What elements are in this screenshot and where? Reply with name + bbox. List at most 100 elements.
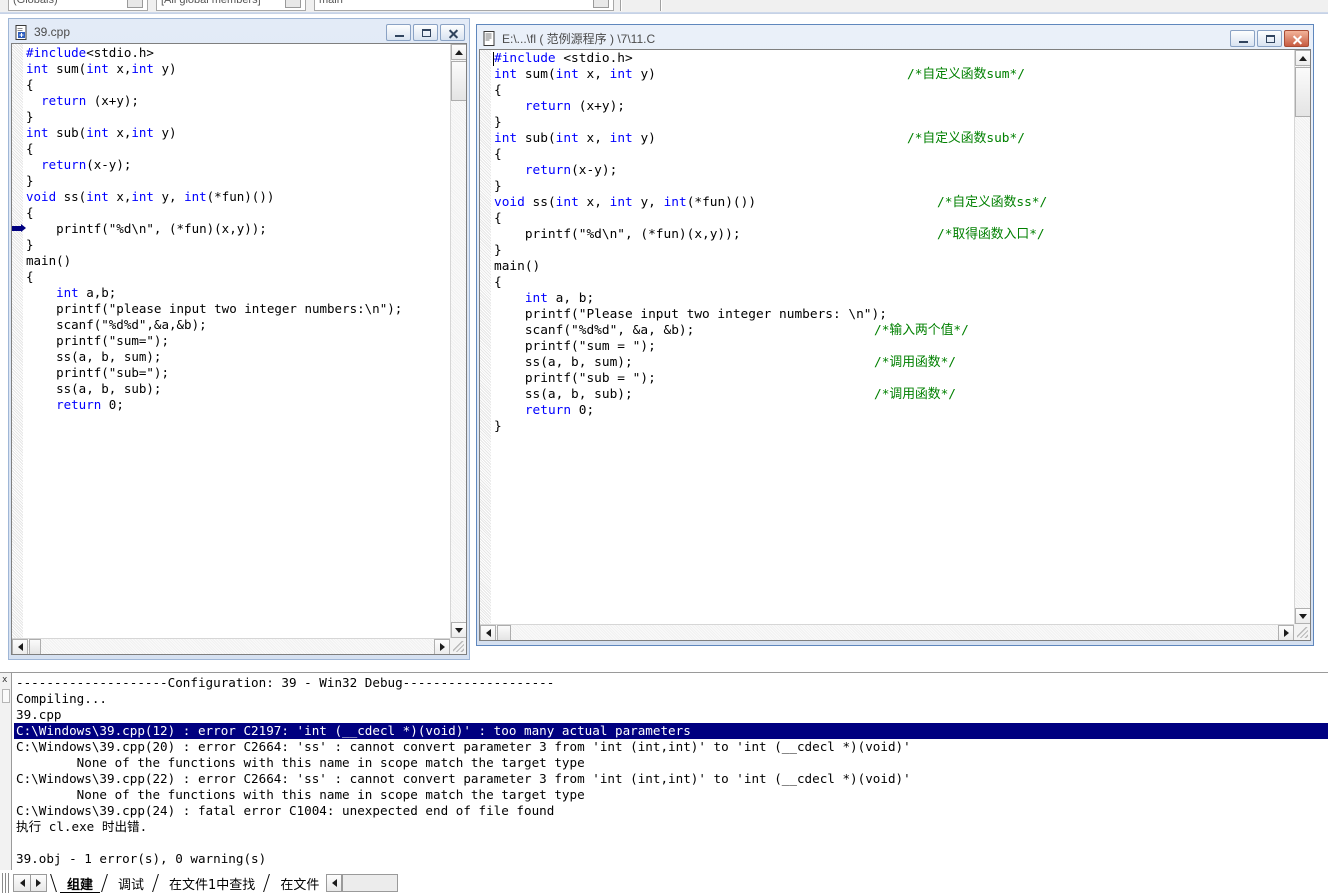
code-line[interactable]: printf("sum = ");: [494, 339, 1294, 355]
code-line[interactable]: {: [494, 275, 1294, 291]
code-line[interactable]: ss(a, b, sub); /*调用函数*/: [494, 387, 1294, 403]
code-line[interactable]: ss(a, b, sub);: [26, 381, 450, 397]
window-list-icon[interactable]: [766, 0, 784, 9]
code-line[interactable]: int sum(int x,int y): [26, 61, 450, 77]
left-editor-window[interactable]: 39.cpp #include<stdio.h> int sum(int x,in…: [8, 18, 470, 660]
code-line[interactable]: printf("%d\n", (*fun)(x,y)); /*取得函数入口*/: [494, 227, 1294, 243]
output-line[interactable]: C:\Windows\39.cpp(20) : error C2664: 'ss…: [14, 739, 1328, 755]
member-combo-dropdown-icon[interactable]: [285, 0, 301, 8]
code-line[interactable]: ss(a, b, sum);: [26, 349, 450, 365]
code-line[interactable]: int a, b;: [494, 291, 1294, 307]
right-minimize-button[interactable]: [1230, 29, 1255, 47]
code-line[interactable]: printf("%d\n", (*fun)(x,y));: [12, 221, 450, 237]
left-selection-margin[interactable]: [12, 44, 24, 638]
output-close-icon[interactable]: x: [2, 675, 7, 685]
output-line[interactable]: 执行 cl.exe 时出错.: [14, 819, 1328, 835]
code-line[interactable]: }: [26, 109, 450, 125]
code-line[interactable]: return(x-y);: [494, 163, 1294, 179]
output-line[interactable]: Compiling...: [14, 691, 1328, 707]
code-line[interactable]: }: [26, 173, 450, 189]
scope-combo[interactable]: (Globals): [8, 0, 148, 11]
output-line[interactable]: C:\Windows\39.cpp(22) : error C2664: 'ss…: [14, 771, 1328, 787]
left-maximize-button[interactable]: [413, 23, 438, 41]
tab-tail-bar[interactable]: [342, 874, 399, 892]
function-combo-dropdown-icon[interactable]: [593, 0, 609, 8]
tab-nav-prev-button[interactable]: [13, 874, 30, 892]
pointer-icon[interactable]: [630, 0, 648, 9]
code-line[interactable]: {: [494, 147, 1294, 163]
right-close-button[interactable]: [1284, 29, 1309, 47]
left-resize-grip[interactable]: [450, 638, 466, 654]
code-line[interactable]: }: [494, 243, 1294, 259]
scope-combo-dropdown-icon[interactable]: [127, 0, 143, 8]
left-scroll-down-button[interactable]: [451, 622, 466, 638]
left-window-titlebar[interactable]: 39.cpp: [11, 21, 467, 43]
right-scroll-up-button[interactable]: [1295, 50, 1310, 66]
function-combo[interactable]: main: [314, 0, 614, 11]
output-line[interactable]: [14, 835, 1328, 851]
code-line[interactable]: {: [26, 205, 450, 221]
right-editor-window[interactable]: E:\...\fl ( 范例源程序 ) \7\11.C #include <st…: [476, 24, 1314, 646]
member-combo[interactable]: [All global members]: [156, 0, 306, 11]
left-code-text[interactable]: #include<stdio.h> int sum(int x,int y){ r…: [12, 44, 450, 638]
code-line[interactable]: printf("please input two integer numbers…: [26, 301, 450, 317]
right-scroll-right-button[interactable]: [1278, 625, 1294, 640]
code-line[interactable]: return (x+y);: [494, 99, 1294, 115]
right-vertical-scrollbar[interactable]: [1294, 50, 1310, 624]
right-hscroll-thumb[interactable]: [497, 625, 511, 640]
tab-4[interactable]: 在文件: [273, 873, 326, 893]
output-gutter[interactable]: x: [0, 673, 12, 870]
tab-list[interactable]: 组建 调试 在文件1中查找 在文件: [49, 873, 326, 893]
tab-tail-prev-button[interactable]: [326, 874, 343, 892]
right-scroll-down-button[interactable]: [1295, 608, 1310, 624]
output-line-selected[interactable]: C:\Windows\39.cpp(12) : error C2197: 'in…: [14, 723, 1328, 739]
left-vscroll-thumb[interactable]: [451, 61, 466, 101]
output-pane[interactable]: x --------------------Configuration: 39 …: [0, 672, 1328, 870]
code-line[interactable]: printf("sum=");: [26, 333, 450, 349]
output-line[interactable]: None of the functions with this name in …: [14, 787, 1328, 803]
bookmark-icon[interactable]: [672, 0, 690, 9]
output-line[interactable]: 39.obj - 1 error(s), 0 warning(s): [14, 851, 1328, 867]
output-line[interactable]: None of the functions with this name in …: [14, 755, 1328, 771]
code-line[interactable]: }: [494, 419, 1294, 435]
left-horizontal-scrollbar[interactable]: [12, 638, 450, 654]
code-line[interactable]: return (x+y);: [26, 93, 450, 109]
code-line[interactable]: ss(a, b, sum); /*调用函数*/: [494, 355, 1294, 371]
code-line[interactable]: {: [26, 77, 450, 93]
left-vertical-scrollbar[interactable]: [450, 44, 466, 638]
tab-2[interactable]: 调试: [111, 873, 151, 893]
right-code-area[interactable]: #include <stdio.h> int sum(int x, int y) /…: [480, 50, 1294, 624]
output-line[interactable]: --------------------Configuration: 39 - …: [14, 675, 1328, 691]
code-line[interactable]: void ss(int x,int y, int(*fun)()): [26, 189, 450, 205]
right-window-titlebar[interactable]: E:\...\fl ( 范例源程序 ) \7\11.C: [479, 27, 1311, 49]
code-line[interactable]: }: [26, 237, 450, 253]
code-line[interactable]: int a,b;: [26, 285, 450, 301]
code-line[interactable]: {: [26, 269, 450, 285]
code-line[interactable]: }: [494, 179, 1294, 195]
keypad-icon[interactable]: [720, 0, 738, 9]
tab-nav-next-button[interactable]: [30, 874, 47, 892]
code-line[interactable]: }: [494, 115, 1294, 131]
left-editor-body[interactable]: #include<stdio.h> int sum(int x,int y){ r…: [11, 43, 467, 655]
code-line[interactable]: {: [494, 83, 1294, 99]
output-text[interactable]: --------------------Configuration: 39 - …: [14, 675, 1328, 870]
code-line[interactable]: {: [26, 141, 450, 157]
code-line[interactable]: #include<stdio.h>: [26, 45, 450, 61]
code-line[interactable]: return(x-y);: [26, 157, 450, 173]
new-window-icon[interactable]: [794, 0, 812, 9]
right-resize-grip[interactable]: [1294, 624, 1310, 640]
right-scroll-left-button[interactable]: [480, 625, 496, 640]
code-line[interactable]: return 0;: [494, 403, 1294, 419]
left-scroll-left-button[interactable]: [12, 639, 28, 654]
output-line[interactable]: C:\Windows\39.cpp(24) : fatal error C100…: [14, 803, 1328, 819]
left-close-button[interactable]: [440, 23, 465, 41]
code-line[interactable]: #include <stdio.h>: [493, 51, 1294, 67]
output-tab-bar[interactable]: 组建 调试 在文件1中查找 在文件: [0, 870, 1328, 896]
left-scroll-up-button[interactable]: [451, 44, 466, 60]
output-gutter-scroll[interactable]: [2, 689, 10, 703]
right-editor-body[interactable]: #include <stdio.h> int sum(int x, int y) /…: [479, 49, 1311, 641]
tab-3[interactable]: 在文件1中查找: [162, 873, 262, 893]
code-line[interactable]: return 0;: [26, 397, 450, 413]
output-line[interactable]: 39.cpp: [14, 707, 1328, 723]
left-minimize-button[interactable]: [386, 23, 411, 41]
